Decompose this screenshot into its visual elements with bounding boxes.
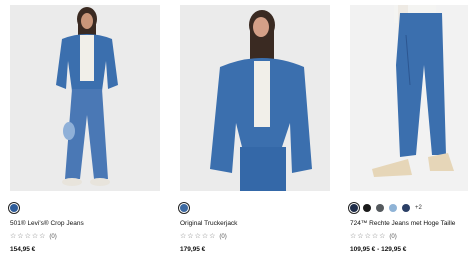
- product-card[interactable]: +2 724™ Rechte Jeans met Hoge Taille ☆ ☆…: [348, 5, 475, 253]
- product-price: 109,95 € - 129,95 €: [350, 246, 407, 253]
- more-colors-label[interactable]: +2: [415, 205, 422, 211]
- star-icon: ☆: [194, 233, 201, 240]
- star-icon: ☆: [379, 233, 386, 240]
- product-image[interactable]: [180, 5, 330, 191]
- color-swatches: [178, 202, 330, 214]
- rating-count: (0): [389, 234, 397, 240]
- color-swatch[interactable]: [376, 204, 384, 212]
- star-icon: ☆: [17, 233, 24, 240]
- star-icon: ☆: [31, 233, 39, 240]
- rating-count: (0): [49, 234, 57, 240]
- product-name[interactable]: 724™ Rechte Jeans met Hoge Taille: [350, 220, 475, 229]
- color-swatch[interactable]: [402, 204, 410, 212]
- color-swatches: +2: [348, 202, 475, 214]
- star-rating: ☆ ☆ ☆ ☆ ☆ (0): [10, 233, 160, 241]
- star-icon: ☆: [209, 233, 216, 240]
- rating-count: (0): [219, 234, 227, 240]
- star-icon: ☆: [187, 233, 194, 240]
- color-swatch[interactable]: [178, 202, 190, 214]
- star-icon: ☆: [180, 233, 187, 240]
- product-price: 154,95 €: [10, 246, 36, 253]
- color-swatches: [8, 202, 160, 214]
- color-swatch[interactable]: [389, 204, 397, 212]
- product-price: 179,95 €: [180, 246, 206, 253]
- product-card[interactable]: 501® Levi's® Crop Jeans ☆ ☆ ☆ ☆ ☆ (0) 15…: [8, 5, 160, 253]
- product-name[interactable]: 501® Levi's® Crop Jeans: [10, 220, 160, 229]
- color-swatch[interactable]: [348, 202, 360, 214]
- star-icon: ☆: [371, 233, 379, 240]
- color-swatch[interactable]: [8, 202, 20, 214]
- star-icon: ☆: [24, 233, 31, 240]
- star-icon: ☆: [350, 233, 357, 240]
- product-image[interactable]: [350, 5, 468, 191]
- star-icon: ☆: [364, 233, 371, 240]
- product-name[interactable]: Original Truckerjack: [180, 220, 330, 229]
- star-rating: ☆ ☆ ☆ ☆ ☆ (0): [180, 233, 330, 241]
- product-image[interactable]: [10, 5, 160, 191]
- color-swatch[interactable]: [363, 204, 371, 212]
- star-icon: ☆: [39, 233, 46, 240]
- product-grid: 501® Levi's® Crop Jeans ☆ ☆ ☆ ☆ ☆ (0) 15…: [0, 0, 475, 253]
- product-card[interactable]: Original Truckerjack ☆ ☆ ☆ ☆ ☆ (0) 179,9…: [178, 5, 330, 253]
- star-rating: ☆ ☆ ☆ ☆ ☆ (0): [350, 233, 475, 241]
- star-icon: ☆: [10, 233, 17, 240]
- star-icon: ☆: [357, 233, 364, 240]
- star-icon: ☆: [201, 233, 209, 240]
